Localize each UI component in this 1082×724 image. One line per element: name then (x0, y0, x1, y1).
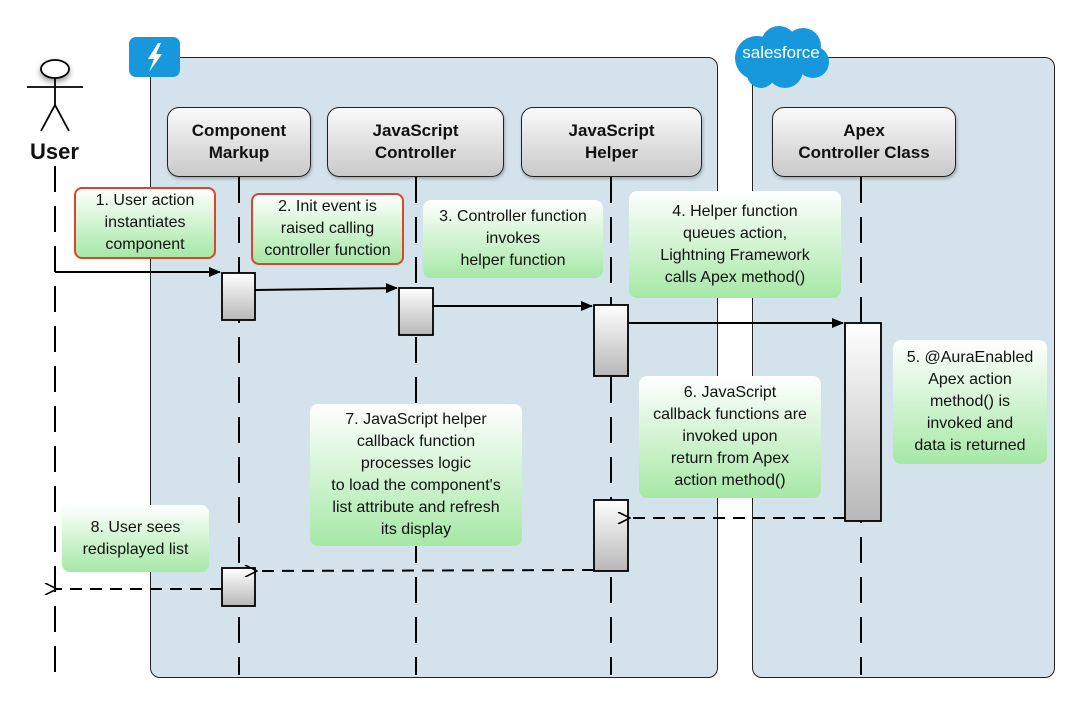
activation-component-markup-1 (221, 272, 256, 321)
activation-javascript-helper-2 (593, 499, 629, 572)
user-actor-icon (27, 59, 83, 132)
note-step-3: 3. Controller function invokes helper fu… (423, 200, 603, 278)
note-step-8: 8. User sees redisplayed list (62, 505, 209, 572)
note-step-5: 5. @AuraEnabled Apex action method() is … (893, 340, 1047, 464)
note-step-1: 1. User action instantiates component (74, 187, 216, 259)
return-helper-to-component (257, 570, 595, 571)
activation-javascript-controller (398, 287, 434, 336)
activation-apex-controller (844, 322, 882, 522)
note-step-7: 7. JavaScript helper callback function p… (310, 404, 522, 546)
activation-component-markup-2 (221, 567, 256, 607)
activation-javascript-helper-1 (593, 304, 629, 377)
note-step-2: 2. Init event is raised calling controll… (251, 193, 404, 265)
user-actor-label: User (30, 139, 79, 164)
message-component-to-controller (254, 283, 398, 294)
note-step-6: 6. JavaScript callback functions are inv… (639, 376, 821, 498)
note-step-4: 4. Helper function queues action, Lightn… (629, 191, 841, 298)
